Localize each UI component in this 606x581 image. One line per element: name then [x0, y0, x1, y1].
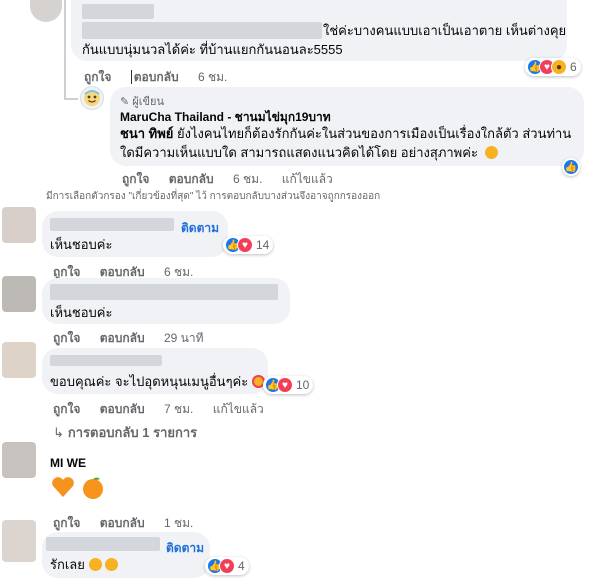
comment-text-line2: ใดมีความเห็นแบบใด สามารถแสดงแนวคิดได้โดย… [120, 145, 478, 160]
reaction-summary[interactable]: 👍 [562, 158, 580, 176]
redacted-name [50, 355, 162, 366]
redacted-name [46, 537, 160, 551]
reaction-summary[interactable]: 👍 ♥ 4 [205, 557, 249, 575]
smile-emoji [484, 146, 498, 159]
avatar[interactable] [2, 276, 36, 312]
timestamp[interactable]: 6 ชม. [164, 265, 193, 279]
pen-icon: ✎ [120, 96, 130, 108]
reaction-count: 14 [256, 238, 270, 252]
edited-label: แก้ไขแล้ว [212, 402, 264, 416]
comment-bubble: ติดตาม รักเลย [42, 532, 210, 578]
avatar[interactable] [2, 342, 36, 378]
emoji-comment [50, 474, 106, 504]
comment-text-line1: ยังไงคนไทยก็ต้องรักกันค่ะในส่วนของการเมื… [173, 126, 572, 141]
comment-text: กันแบบนุ่มนวลได้ค่ะ ที่บ้านแยกกันนอนละ55… [82, 42, 343, 57]
like-button[interactable]: ถูกใจ [53, 516, 80, 530]
view-replies-link[interactable]: ↳ การตอบกลับ 1 รายการ [53, 422, 197, 443]
comment-bubble: ใช่ค่ะบางคนแบบเอาเป็นเอาตาย เห็นต่างคุย … [71, 0, 567, 61]
like-button[interactable]: ถูกใจ [53, 402, 80, 416]
comment-actions: ถูกใจ ตอบกลับ 6 ชม. แก้ไขแล้ว [122, 170, 349, 189]
comment-text: ใช่ค่ะบางคนแบบเอาเป็นเอาตาย เห็นต่างคุย [323, 23, 567, 38]
comment-text: ใดมีความเห็นแบบใด สามารถแสดงแนวคิดได้โดย… [120, 144, 498, 162]
reply-button[interactable]: ตอบกลับ [100, 265, 145, 279]
logo-icon [84, 90, 100, 106]
reaction-count: 10 [296, 378, 310, 392]
love-icon: ♥ [237, 237, 253, 253]
reply-button[interactable]: ตอบกลับ [100, 331, 145, 345]
avatar[interactable] [2, 442, 36, 478]
avatar[interactable] [2, 520, 36, 562]
comment-actions: ถูกใจ ตอบกลับ 1 ชม. [53, 514, 209, 533]
comment-actions: ถูกใจ ตอบกลับ 29 นาที [53, 329, 220, 348]
timestamp[interactable]: 6 ชม. [233, 172, 262, 186]
like-button[interactable]: ถูกใจ [122, 172, 149, 186]
redacted-text [82, 22, 322, 39]
redacted-text [82, 4, 154, 19]
page-avatar[interactable] [80, 86, 104, 110]
view-replies-label: การตอบกลับ 1 รายการ [67, 425, 198, 440]
comment-bubble: เห็นชอบค่ะ [42, 278, 290, 324]
reply-button[interactable]: ตอบกลับ [100, 402, 145, 416]
laughing-emoji [105, 558, 119, 571]
comment-text-body: ขอบคุณค่ะ จะไปอุดหนุนเมนูอื่นๆค่ะ [50, 374, 249, 389]
heart-orange-emoji [50, 474, 76, 500]
reaction-count: 6 [570, 60, 577, 74]
reaction-summary[interactable]: 👍 ♥ 14 [223, 236, 274, 254]
comment-actions: ถูกใจ ตอบกลับ 7 ชม. แก้ไขแล้ว [53, 400, 280, 419]
reply-button[interactable]: ตอบกลับ [130, 70, 179, 84]
thread-line [64, 0, 66, 100]
comment-bubble: ติดตาม เห็นชอบค่ะ [42, 211, 228, 257]
comment-bubble: ขอบคุณค่ะ จะไปอุดหนุนเมนูอื่นๆค่ะ [42, 348, 268, 394]
edited-label: แก้ไขแล้ว [281, 172, 333, 186]
like-button[interactable]: ถูกใจ [53, 265, 80, 279]
thread-line-2 [64, 98, 78, 100]
mention-link[interactable]: ชนา ทิพย์ [120, 126, 173, 141]
reply-button[interactable]: ตอบกลับ [169, 172, 214, 186]
timestamp[interactable]: 7 ชม. [164, 402, 193, 416]
reaction-summary[interactable]: 👍 ♥ 10 [263, 376, 314, 394]
author-badge-label: ผู้เขียน [132, 96, 164, 108]
filter-note: มีการเลือกตัวกรอง "เกี่ยวข้องที่สุด" ไว้… [46, 191, 381, 202]
wow-icon: ● [551, 59, 567, 75]
comment-text: รักเลย [50, 556, 119, 574]
redacted-name [50, 284, 278, 300]
like-button[interactable]: ถูกใจ [53, 331, 80, 345]
love-icon: ♥ [219, 558, 235, 574]
like-button[interactable]: ถูกใจ [84, 70, 111, 84]
avatar[interactable] [2, 207, 36, 243]
reply-button[interactable]: ตอบกลับ [100, 516, 145, 530]
timestamp[interactable]: 6 ชม. [198, 70, 227, 84]
comment-text: เห็นชอบค่ะ [50, 305, 113, 320]
comment-text: ขอบคุณค่ะ จะไปอุดหนุนเมนูอื่นๆค่ะ [50, 373, 265, 391]
reply-arrow-icon: ↳ [53, 425, 64, 440]
timestamp[interactable]: 1 ชม. [164, 516, 193, 530]
redacted-name [50, 218, 174, 231]
commenter-name[interactable]: MI WE [50, 456, 86, 470]
reaction-summary[interactable]: 👍 ♥ ● 6 [525, 58, 581, 76]
follow-button[interactable]: ติดตาม [181, 219, 219, 238]
tangerine-emoji [80, 474, 106, 500]
timestamp[interactable]: 29 นาที [164, 331, 204, 345]
love-icon: ♥ [277, 377, 293, 393]
comment-text-body: รักเลย [50, 557, 85, 572]
comment-bubble-author: ✎ ผู้เขียน MaruCha Thailand - ชานมไข่มุก… [110, 87, 584, 166]
like-icon: 👍 [563, 159, 579, 175]
reaction-count: 4 [238, 559, 245, 573]
comment-text: ชนา ทิพย์ ยังไงคนไทยก็ต้องรักกันค่ะในส่ว… [120, 125, 571, 143]
follow-button[interactable]: ติดตาม [166, 539, 204, 558]
laughing-emoji [88, 558, 102, 571]
comment-text: เห็นชอบค่ะ [50, 237, 113, 252]
avatar[interactable] [30, 0, 62, 22]
comment-actions: ถูกใจ ตอบกลับ 6 ชม. [84, 68, 243, 87]
